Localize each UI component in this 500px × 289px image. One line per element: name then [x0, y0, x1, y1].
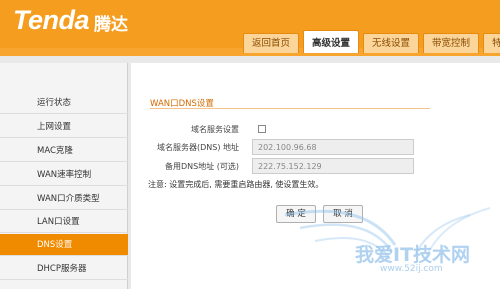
secondary-dns-label: 备用DNS地址 (可选) — [164, 162, 239, 171]
sidebar-item-dns[interactable]: DNS设置 — [0, 234, 128, 256]
secondary-dns-input[interactable] — [252, 158, 414, 174]
tenda-logo: Tenda 腾达 — [13, 3, 128, 37]
sidebar-item-mac-clone[interactable]: MAC克隆 — [0, 140, 128, 162]
sidebar-item-status[interactable]: 运行状态 — [0, 92, 128, 114]
notice-text: 注意: 设置完成后, 需要重启路由器, 使设置生效。 — [148, 180, 324, 189]
sidebar-item-lan[interactable]: LAN口设置 — [0, 211, 128, 233]
tab-bandwidth[interactable]: 带宽控制 — [423, 33, 480, 53]
primary-dns-label: 域名服务器(DNS) 地址 — [156, 143, 239, 152]
tab-wireless[interactable]: 无线设置 — [363, 33, 420, 53]
cancel-button[interactable]: 取 消 — [323, 205, 363, 223]
top-header: Tenda 腾达 返回首页 高级设置 无线设置 带宽控制 特殊 — [0, 0, 500, 56]
dns-enable-checkbox[interactable] — [258, 125, 266, 133]
section-divider — [150, 108, 430, 109]
logo-text-cn: 腾达 — [94, 14, 129, 35]
sidebar-item-wan-media[interactable]: WAN口介质类型 — [0, 188, 128, 210]
tab-special[interactable]: 特殊 — [483, 33, 500, 53]
sidebar-item-dhcp[interactable]: DHCP服务器 — [0, 258, 128, 280]
sidebar-item-wan-rate[interactable]: WAN速率控制 — [0, 164, 128, 186]
sidebar: 运行状态 上网设置 MAC克隆 WAN速率控制 WAN口介质类型 LAN口设置 … — [0, 63, 128, 289]
top-tabs: 返回首页 高级设置 无线设置 带宽控制 特殊 — [243, 30, 500, 53]
watermark-url: www.52ij.com — [380, 264, 443, 274]
logo-text-en: Tenda — [13, 4, 90, 35]
dns-enable-label: 域名服务设置 — [191, 125, 239, 134]
tab-home[interactable]: 返回首页 — [243, 33, 300, 53]
tab-advanced[interactable]: 高级设置 — [303, 30, 360, 53]
ok-button[interactable]: 确 定 — [276, 205, 316, 223]
watermark-text: 我爱IT技术网 — [355, 244, 471, 266]
sidebar-item-internet[interactable]: 上网设置 — [0, 116, 128, 138]
primary-dns-input[interactable] — [252, 139, 414, 155]
